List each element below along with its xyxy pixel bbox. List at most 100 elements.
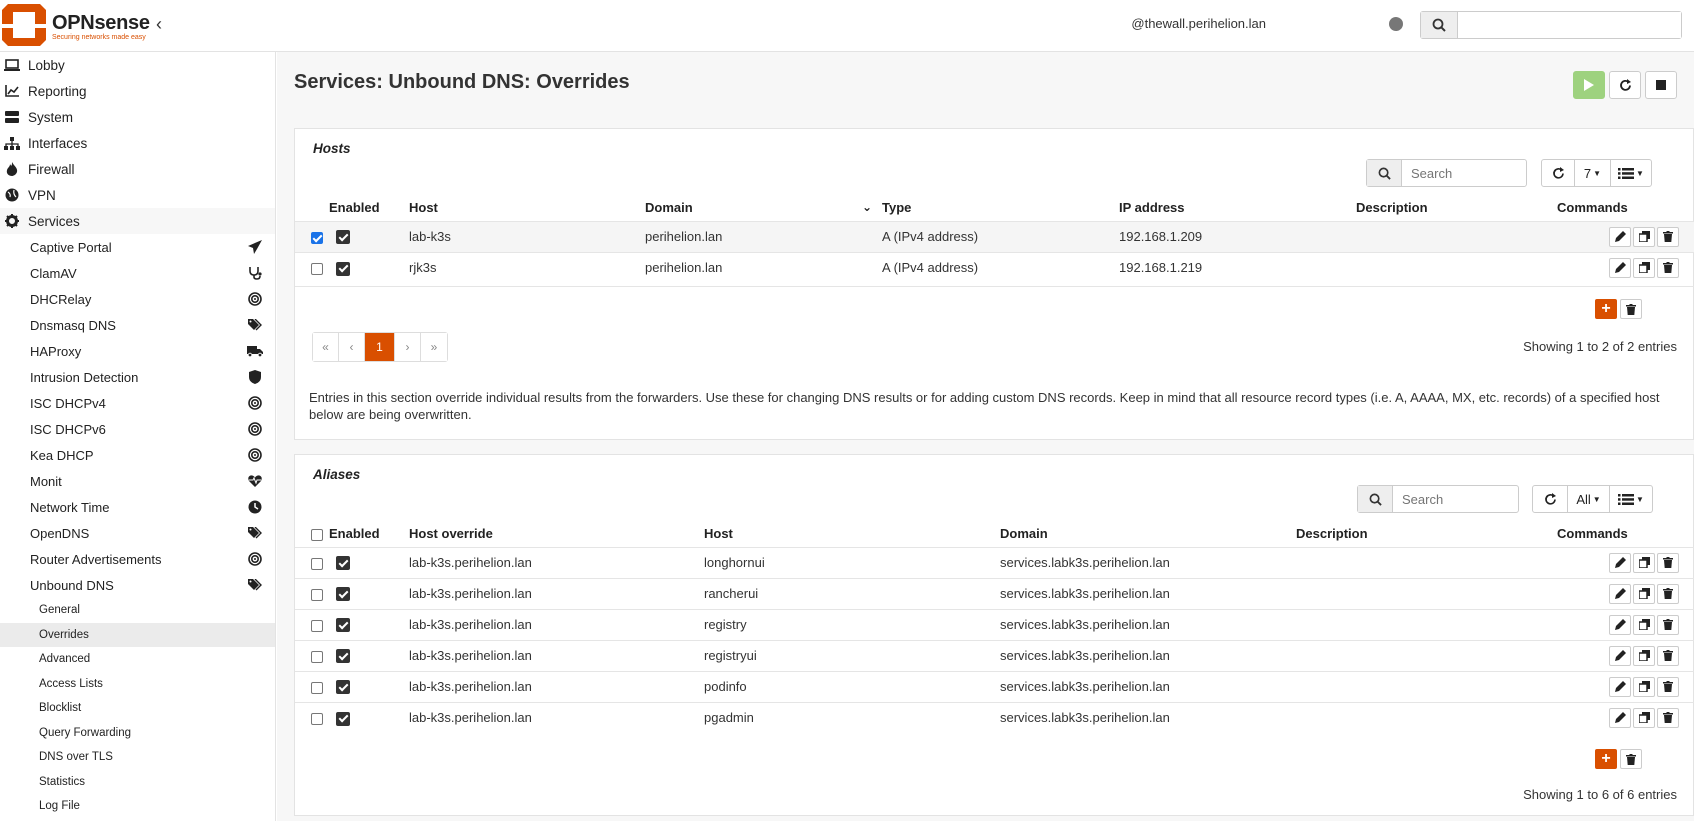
sidebar-item-query-forwarding[interactable]: Query Forwarding bbox=[0, 721, 275, 746]
aliases-search-input[interactable] bbox=[1394, 486, 1516, 512]
column-header-domain[interactable]: Domain ⌄ bbox=[645, 195, 882, 221]
sidebar-item-reporting[interactable]: Reporting bbox=[0, 78, 275, 104]
delete-selected-button[interactable] bbox=[1620, 299, 1642, 319]
edit-button[interactable] bbox=[1609, 676, 1631, 697]
clone-button[interactable] bbox=[1633, 707, 1655, 728]
sidebar-item-kea-dhcp[interactable]: Kea DHCP bbox=[0, 442, 275, 468]
column-header-enabled[interactable]: Enabled bbox=[329, 521, 409, 547]
column-header-host[interactable]: Host bbox=[409, 195, 645, 221]
sidebar-item-services[interactable]: Services bbox=[0, 208, 275, 234]
table-row[interactable]: lab-k3s perihelion.lan A (IPv4 address) … bbox=[295, 220, 1694, 252]
start-service-button[interactable] bbox=[1573, 71, 1605, 99]
row-select-checkbox[interactable] bbox=[311, 712, 323, 725]
edit-button[interactable] bbox=[1609, 707, 1631, 728]
delete-button[interactable] bbox=[1657, 645, 1679, 666]
delete-button[interactable] bbox=[1657, 676, 1679, 697]
table-row[interactable]: lab-k3s.perihelion.lan pgadmin services.la… bbox=[295, 701, 1694, 733]
row-select-checkbox[interactable] bbox=[311, 650, 323, 663]
sidebar-item-vpn[interactable]: VPN bbox=[0, 182, 275, 208]
enabled-check-icon[interactable] bbox=[336, 618, 350, 633]
row-select-checkbox[interactable] bbox=[311, 557, 323, 570]
column-header-ip-address[interactable]: IP address bbox=[1119, 195, 1356, 221]
sidebar-item-dhcrelay[interactable]: DHCRelay bbox=[0, 286, 275, 312]
sidebar-item-dns-over-tls[interactable]: DNS over TLS bbox=[0, 745, 275, 770]
column-header-description[interactable]: Description bbox=[1296, 521, 1557, 547]
sidebar-item-intrusion-detection[interactable]: Intrusion Detection bbox=[0, 364, 275, 390]
add-alias-button[interactable]: + bbox=[1595, 749, 1617, 769]
edit-button[interactable] bbox=[1609, 226, 1631, 247]
delete-button[interactable] bbox=[1657, 614, 1679, 635]
sidebar-item-lobby[interactable]: Lobby bbox=[0, 52, 275, 78]
clone-button[interactable] bbox=[1633, 614, 1655, 635]
column-header-description[interactable]: Description bbox=[1356, 195, 1557, 221]
clone-button[interactable] bbox=[1633, 676, 1655, 697]
sidebar-item-network-time[interactable]: Network Time bbox=[0, 494, 275, 520]
sidebar-item-opendns[interactable]: OpenDNS bbox=[0, 520, 275, 546]
edit-button[interactable] bbox=[1609, 583, 1631, 604]
sidebar-item-captive-portal[interactable]: Captive Portal bbox=[0, 234, 275, 260]
restart-service-button[interactable] bbox=[1609, 71, 1641, 99]
enabled-check-icon[interactable] bbox=[336, 711, 350, 726]
aliases-columns-dropdown[interactable]: ▼ bbox=[1610, 486, 1652, 512]
prev-page-button[interactable]: ‹ bbox=[339, 333, 365, 361]
sidebar-item-router-advertisements[interactable]: Router Advertisements bbox=[0, 546, 275, 572]
column-header-type[interactable]: Type bbox=[882, 195, 1119, 221]
hosts-search-input[interactable] bbox=[1403, 160, 1525, 186]
sidebar-item-access-lists[interactable]: Access Lists bbox=[0, 672, 275, 697]
edit-button[interactable] bbox=[1609, 645, 1631, 666]
sidebar-item-blocklist[interactable]: Blocklist bbox=[0, 696, 275, 721]
sidebar-item-dnsmasq-dns[interactable]: Dnsmasq DNS bbox=[0, 312, 275, 338]
search-icon[interactable] bbox=[1367, 160, 1402, 186]
enabled-check-icon[interactable] bbox=[336, 261, 350, 276]
clone-button[interactable] bbox=[1633, 645, 1655, 666]
collapse-sidebar-icon[interactable]: ‹ bbox=[156, 14, 162, 35]
sidebar-item-monit[interactable]: Monit bbox=[0, 468, 275, 494]
global-search-input[interactable] bbox=[1459, 12, 1681, 38]
next-page-button[interactable]: › bbox=[395, 333, 421, 361]
hosts-page-size-dropdown[interactable]: 7 ▼ bbox=[1575, 160, 1611, 186]
table-row[interactable]: lab-k3s.perihelion.lan podinfo services.la… bbox=[295, 670, 1694, 702]
sort-chevron-down-icon[interactable]: ⌄ bbox=[862, 200, 872, 214]
select-all-checkbox[interactable] bbox=[311, 528, 323, 541]
sidebar-item-firewall[interactable]: Firewall bbox=[0, 156, 275, 182]
hosts-refresh-button[interactable] bbox=[1542, 160, 1575, 186]
page-button[interactable]: 1 bbox=[365, 333, 395, 361]
clone-button[interactable] bbox=[1633, 583, 1655, 604]
clone-button[interactable] bbox=[1633, 226, 1655, 247]
aliases-page-size-dropdown[interactable]: All ▼ bbox=[1568, 486, 1610, 512]
stop-service-button[interactable] bbox=[1645, 71, 1677, 99]
table-row[interactable]: lab-k3s.perihelion.lan registryui services… bbox=[295, 639, 1694, 671]
column-header-host-override[interactable]: Host override bbox=[409, 521, 704, 547]
sidebar-item-isc-dhcpv6[interactable]: ISC DHCPv6 bbox=[0, 416, 275, 442]
sidebar-item-isc-dhcpv4[interactable]: ISC DHCPv4 bbox=[0, 390, 275, 416]
aliases-refresh-button[interactable] bbox=[1533, 486, 1568, 512]
sidebar-item-statistics[interactable]: Statistics bbox=[0, 770, 275, 795]
sidebar-item-unbound-dns[interactable]: Unbound DNS bbox=[0, 572, 275, 598]
hosts-columns-dropdown[interactable]: ▼ bbox=[1611, 160, 1651, 186]
sidebar-item-advanced[interactable]: Advanced bbox=[0, 647, 275, 672]
column-header-host[interactable]: Host bbox=[704, 521, 1000, 547]
last-page-button[interactable]: » bbox=[421, 333, 447, 361]
enabled-check-icon[interactable] bbox=[336, 230, 350, 245]
clone-button[interactable] bbox=[1633, 257, 1655, 278]
delete-button[interactable] bbox=[1657, 257, 1679, 278]
delete-button[interactable] bbox=[1657, 583, 1679, 604]
first-page-button[interactable]: « bbox=[313, 333, 339, 361]
table-row[interactable]: rjk3s perihelion.lan A (IPv4 address) 19… bbox=[295, 251, 1694, 283]
sidebar-item-log-file[interactable]: Log File bbox=[0, 794, 275, 819]
delete-button[interactable] bbox=[1657, 552, 1679, 573]
column-header-domain[interactable]: Domain bbox=[1000, 521, 1296, 547]
enabled-check-icon[interactable] bbox=[336, 587, 350, 602]
enabled-check-icon[interactable] bbox=[336, 649, 350, 664]
delete-button[interactable] bbox=[1657, 226, 1679, 247]
edit-button[interactable] bbox=[1609, 257, 1631, 278]
enabled-check-icon[interactable] bbox=[336, 680, 350, 695]
edit-button[interactable] bbox=[1609, 552, 1631, 573]
table-row[interactable]: lab-k3s.perihelion.lan registry services.l… bbox=[295, 608, 1694, 640]
sidebar-item-clamav[interactable]: ClamAV bbox=[0, 260, 275, 286]
add-host-button[interactable]: + bbox=[1595, 299, 1617, 319]
row-select-checkbox[interactable] bbox=[311, 619, 323, 632]
delete-button[interactable] bbox=[1657, 707, 1679, 728]
opnsense-logo[interactable]: OPNsense Securing networks made easy bbox=[2, 2, 152, 48]
column-header-enabled[interactable]: Enabled bbox=[329, 195, 409, 221]
